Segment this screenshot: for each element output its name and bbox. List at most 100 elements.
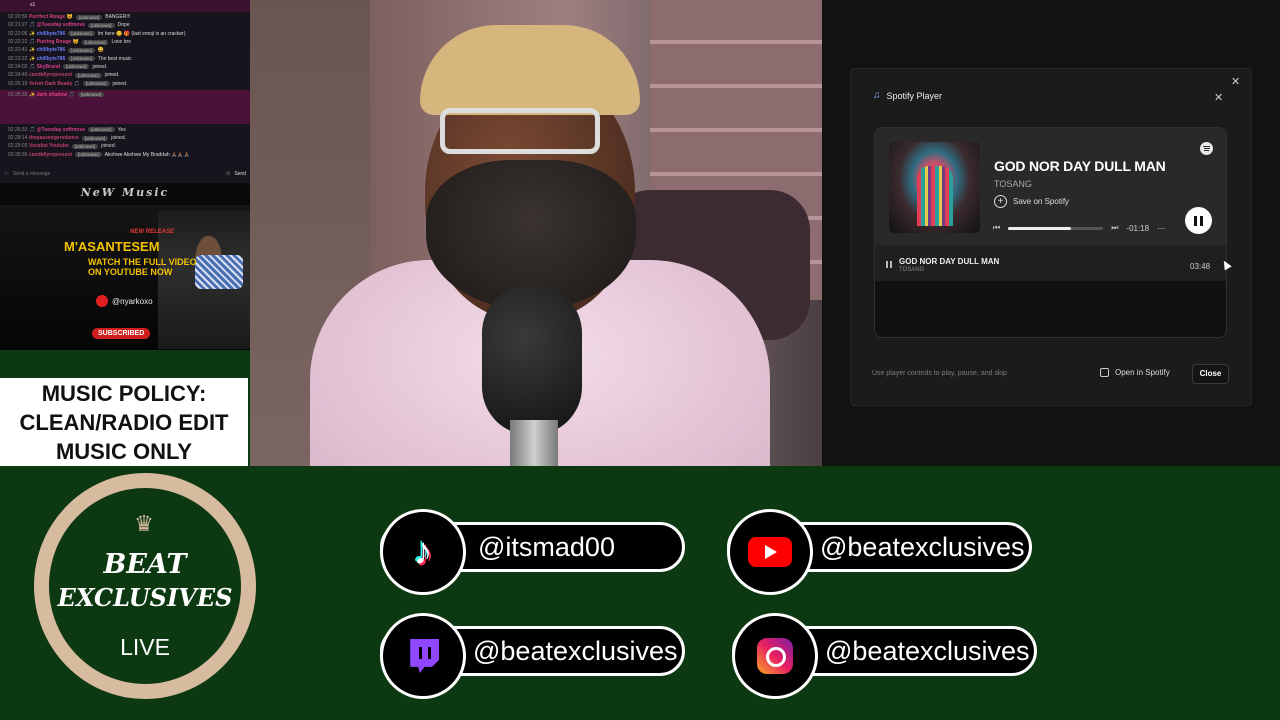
chat-timestamp: 02:22:22 [8, 39, 28, 46]
chat-text: joined. [112, 80, 128, 87]
artist-name[interactable]: TOSANG [994, 179, 1032, 189]
chat-username[interactable]: 🎵 @Tuesday softmove [29, 127, 85, 133]
promo-channel: @nyarkoxo [96, 295, 153, 307]
chat-username[interactable]: Vocalist Youtube [29, 143, 69, 149]
policy-line2: CLEAN/RADIO EDIT [19, 410, 229, 435]
chat-message: 02:23:22 ✨ chillbyte786 [unknown] The best … [8, 54, 242, 62]
social-youtube: @beatexclusives [727, 509, 1032, 595]
chat-username[interactable]: ✨ chillbyte786 [29, 31, 65, 37]
chat-timestamp: 02:28:14 [8, 135, 28, 142]
song-title[interactable]: GOD NOR DAY DULL MAN [994, 158, 1166, 174]
promo-header: NeW Music [80, 186, 170, 199]
modal-close-icon[interactable]: ✕ [1214, 93, 1223, 104]
chat-message: 02:39:36 candidlyrepresent [unknown] Akohwe… [8, 151, 242, 159]
chat-badge: [unknown] [71, 143, 99, 149]
chat-timestamp: 02:25:33 [8, 91, 28, 98]
chat-message: 02:24:02 🎵 SkyBrand [unknown] joined. [8, 63, 242, 71]
chat-text: The best music [97, 55, 132, 62]
spotify-logo-icon[interactable] [1200, 142, 1213, 155]
twitch-handle: @beatexclusives [473, 635, 678, 666]
spotify-embed: GOD NOR DAY DULL MAN TOSANG + Save on Sp… [874, 127, 1227, 338]
promo-watch-line2: ON YOUTUBE NOW [88, 267, 173, 277]
policy-line3: MUSIC ONLY [55, 439, 193, 464]
chat-timestamp: 02:23:22 [8, 55, 28, 62]
chat-timestamp: 02:39:36 [8, 151, 28, 158]
chat-username[interactable]: thepassengersdance [29, 135, 79, 141]
chat-username[interactable]: 🎵 Purring Rouge 😺 [29, 39, 79, 45]
chat-badge: [unknown] [68, 31, 95, 37]
track-row[interactable]: GOD NOR DAY DULL MAN TOSANG 03:48 [875, 245, 1226, 281]
instagram-icon [732, 613, 818, 699]
save-on-spotify-button[interactable]: + Save on Spotify [994, 195, 1069, 208]
social-instagram: @beatexclusives [732, 613, 1037, 699]
chat-text: joined. [111, 135, 126, 142]
chat-timestamp: 02:26:33 [8, 126, 28, 133]
chat-text: Im here 😊 🎁 (last emoji is an cracker) [97, 30, 186, 37]
logo-line1: BEAT [103, 549, 187, 580]
chat-message: 02:22:41 ✨ chillbyte786 [unknown] 😀 [8, 46, 242, 54]
playback-controls: ⏮ ⏭ -01:18 ⋯ [993, 223, 1165, 233]
next-track-icon[interactable]: ⏭ [1111, 223, 1118, 233]
plus-circle-icon: + [994, 195, 1007, 208]
promo-channel-handle: @nyarkoxo [112, 296, 153, 306]
youtube-icon [96, 295, 108, 307]
chat-text: Akohwe Akohwe My Braddah 🙏🏾🙏🏾🙏🏾 [104, 151, 190, 158]
subscribed-badge: SUBSCRIBED [92, 328, 151, 339]
pause-button[interactable] [1185, 207, 1212, 234]
chat-username[interactable]: Purrfect Rouge 😺 [29, 14, 73, 20]
beat-exclusives-logo: ♛ BEAT EXCLUSIVES LIVE [34, 473, 256, 699]
chat-badge: [unknown] [81, 39, 109, 45]
pause-small-icon[interactable] [886, 261, 892, 268]
social-twitch: @beatexclusives [380, 613, 685, 699]
chat-text: Dope [117, 22, 130, 29]
open-in-spotify-label: Open in Spotify [1115, 368, 1170, 377]
chat-username[interactable]: 🎵 @Tuesday softmove [29, 22, 85, 28]
chat-badge: [unknown] [75, 152, 102, 158]
chat-text: 😀 [97, 47, 104, 54]
progress-bar[interactable] [1008, 226, 1104, 230]
chat-username[interactable]: candidlyrepresent [29, 152, 72, 158]
promo-watch: WATCH THE FULL VIDEO ON YOUTUBE NOW [88, 257, 197, 277]
chat-badge: [unknown] [88, 22, 115, 28]
chat-username[interactable]: candidlyrepresent [29, 72, 72, 78]
chat-username[interactable]: ✨ dark shadow 🎵 [29, 92, 75, 98]
close-button[interactable]: Close [1192, 364, 1229, 384]
chat-timestamp: 02:25:15 [8, 80, 28, 87]
chat-username[interactable]: 🎵 SkyBrand [29, 64, 60, 70]
player-hint: Use player controls to play, pause, and … [872, 370, 1007, 377]
external-link-icon [1100, 368, 1109, 377]
chat-message: 02:25:33 ✨ dark shadow 🎵 [unknown] [0, 89, 250, 124]
chat-text: Yes [117, 126, 126, 133]
open-in-spotify-button[interactable]: Open in Spotify [1100, 368, 1170, 377]
crown-icon: ♛ [134, 511, 154, 536]
streamer-cap [420, 25, 640, 115]
promo-title: M'ASANTESEM [64, 239, 160, 254]
settings-icon[interactable]: ⚙ [226, 171, 230, 177]
album-art[interactable] [889, 142, 980, 233]
chat-input[interactable]: Send a message [13, 171, 222, 177]
music-note-icon: ♫ [873, 90, 881, 101]
chat-timestamp: 02:29:03 [8, 143, 28, 150]
chat-username[interactable]: ✨ chillbyte786 [29, 47, 65, 53]
album-art-figure [917, 166, 953, 226]
chat-username[interactable]: Velvet Dark Beady 🎵 [29, 81, 80, 87]
previous-track-icon[interactable]: ⏮ [993, 223, 1000, 233]
chat-username[interactable]: ✨ chillbyte786 [29, 56, 65, 62]
chat-emote-icon[interactable]: ▭ [4, 171, 9, 177]
chat-badge: [unknown] [75, 72, 102, 78]
chat-send-button[interactable]: Send [234, 171, 246, 177]
chat-message: 02:21:27 🎵 @Tuesday softmove [unknown] Dope [8, 21, 242, 29]
time-remaining: -01:18 [1126, 223, 1150, 233]
chat-badge: [unknown] [81, 135, 109, 141]
chat-text: BANGER!!! [105, 14, 131, 21]
chat-message: 02:26:33 🎵 @Tuesday softmove [unknown] Yes [8, 126, 242, 134]
chat-messages: 02:20:56 Purrfect Rouge 😺 [unknown] BANGER!… [0, 12, 250, 160]
track-title: GOD NOR DAY DULL MAN [899, 257, 1000, 266]
logo-line2: EXCLUSIVES [57, 583, 233, 612]
modal-title: ♫ Spotify Player [873, 90, 942, 101]
outer-close-icon[interactable]: ✕ [1231, 77, 1240, 88]
more-options-icon[interactable]: ⋯ [1157, 224, 1165, 233]
chat-message: 02:24:40 candidlyrepresent [unknown] joined… [8, 71, 242, 79]
logo-line3: LIVE [120, 634, 170, 660]
save-label: Save on Spotify [1013, 197, 1070, 206]
